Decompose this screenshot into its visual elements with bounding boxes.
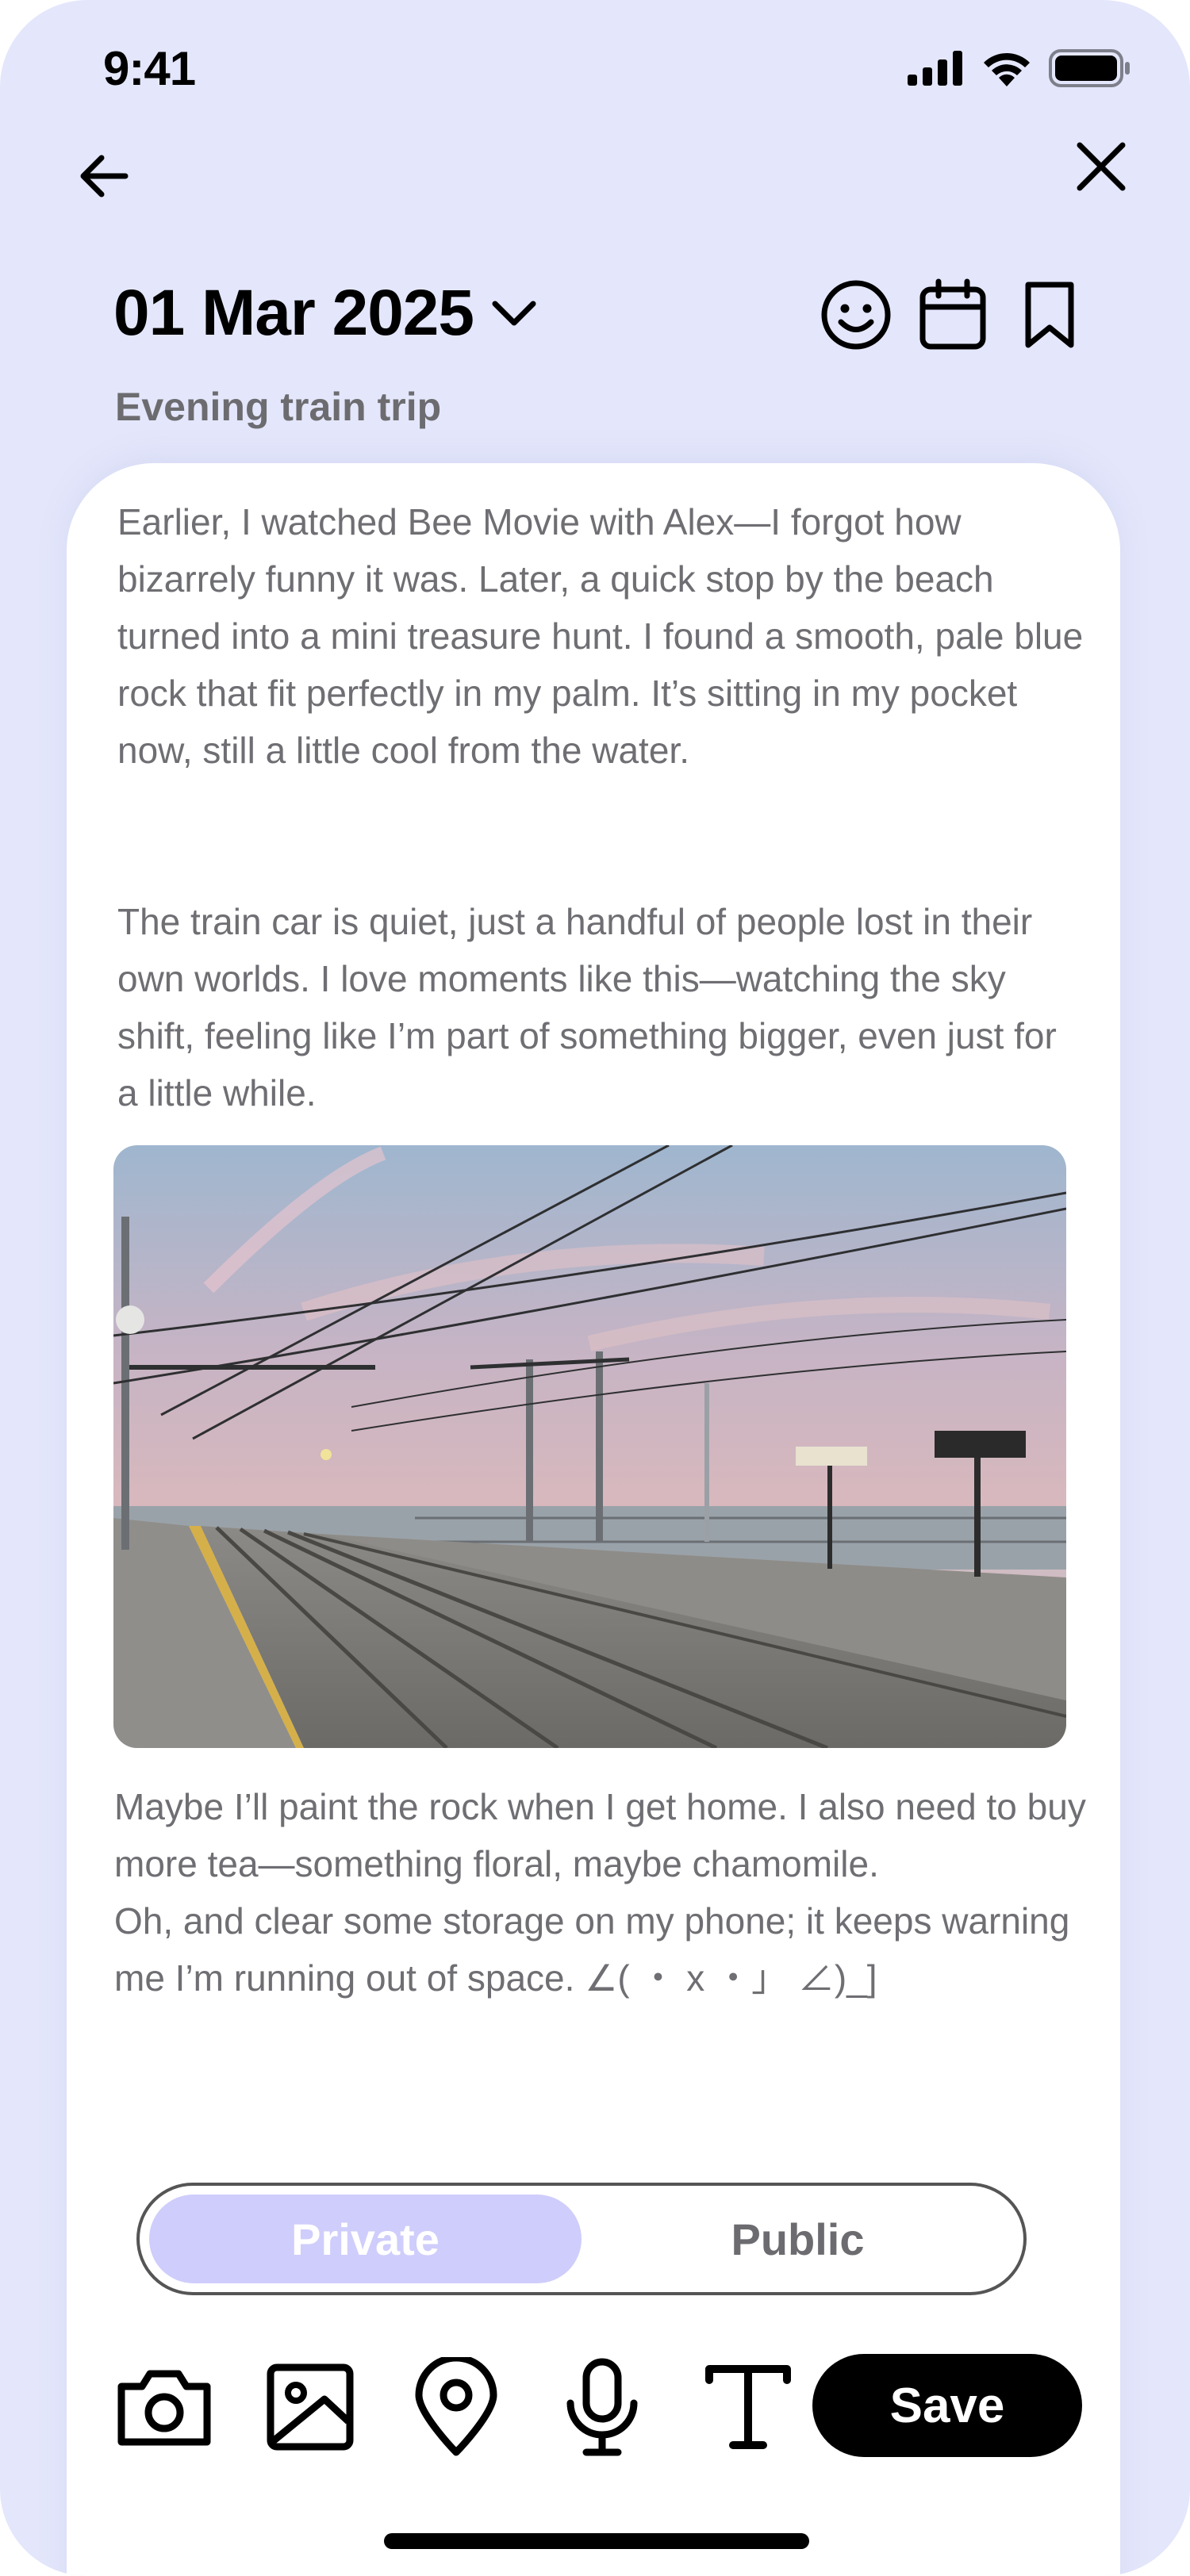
header-actions bbox=[819, 278, 1087, 352]
location-button[interactable] bbox=[403, 2354, 509, 2460]
calendar-icon bbox=[919, 278, 986, 350]
media-toolbar bbox=[111, 2354, 841, 2460]
entry-line: Maybe I’ll paint the rock when I get hom… bbox=[114, 1786, 1086, 1884]
entry-paragraph[interactable]: Earlier, I watched Bee Movie with Alex—I… bbox=[117, 493, 1085, 779]
wifi-icon bbox=[984, 52, 1030, 86]
text-format-button[interactable] bbox=[695, 2354, 801, 2460]
private-option[interactable]: Private bbox=[149, 2195, 582, 2283]
battery-icon bbox=[1049, 49, 1130, 87]
camera-button[interactable] bbox=[111, 2354, 217, 2460]
status-icons bbox=[908, 49, 1131, 87]
entry-paragraph[interactable]: The train car is quiet, just a handful o… bbox=[117, 893, 1085, 1121]
gallery-button[interactable] bbox=[257, 2354, 363, 2460]
date-selector[interactable]: 01 Mar 2025 bbox=[113, 276, 537, 351]
image-icon bbox=[267, 2363, 354, 2451]
visibility-toggle: Private Public bbox=[136, 2183, 1027, 2295]
calendar-button[interactable] bbox=[916, 278, 990, 352]
arrow-left-icon bbox=[80, 155, 129, 197]
entry-paragraph[interactable]: Maybe I’ll paint the rock when I get hom… bbox=[114, 1778, 1098, 2007]
cellular-signal-icon bbox=[908, 51, 962, 86]
entry-date: 01 Mar 2025 bbox=[113, 277, 474, 349]
text-icon bbox=[705, 2365, 791, 2449]
back-button[interactable] bbox=[71, 144, 135, 208]
entry-line: Oh, and clear some storage on my phone; … bbox=[114, 1900, 1070, 1999]
smiley-icon bbox=[821, 280, 891, 350]
voice-button[interactable] bbox=[549, 2354, 655, 2460]
microphone-icon bbox=[566, 2358, 638, 2456]
bookmark-button[interactable] bbox=[1012, 278, 1087, 352]
close-icon bbox=[1077, 142, 1126, 191]
entry-title: Evening train trip bbox=[115, 385, 442, 429]
entry-photo[interactable] bbox=[113, 1145, 1066, 1748]
location-pin-icon bbox=[415, 2357, 497, 2456]
public-option[interactable]: Public bbox=[582, 2195, 1014, 2283]
chevron-down-icon bbox=[492, 301, 536, 326]
camera-icon bbox=[117, 2370, 211, 2446]
journal-entry-screen: 9:41 01 Mar 2025 Evening train trip Earl… bbox=[0, 0, 1190, 2576]
home-indicator[interactable] bbox=[384, 2533, 809, 2549]
close-button[interactable] bbox=[1069, 135, 1133, 198]
save-button[interactable]: Save bbox=[812, 2354, 1082, 2457]
train-platform-photo bbox=[113, 1145, 1066, 1748]
bookmark-icon bbox=[1025, 282, 1074, 348]
mood-button[interactable] bbox=[819, 278, 893, 352]
status-time: 9:41 bbox=[103, 42, 196, 95]
